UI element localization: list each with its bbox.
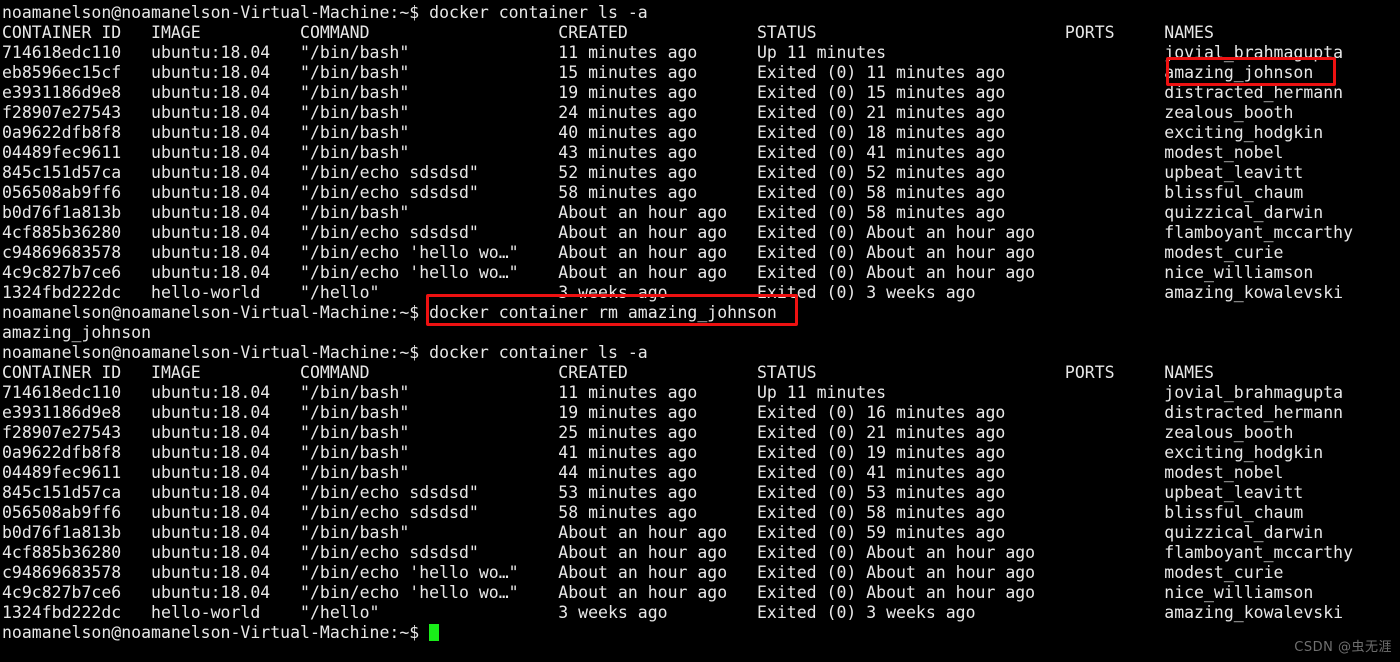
- table-row: c94869683578 ubuntu:18.04 "/bin/echo 'he…: [2, 563, 1284, 582]
- terminal-screen: noamanelson@noamanelson-Virtual-Machine:…: [2, 3, 1400, 643]
- table-row: 04489fec9611 ubuntu:18.04 "/bin/bash" 43…: [2, 143, 1284, 162]
- table-row: 04489fec9611 ubuntu:18.04 "/bin/bash" 44…: [2, 463, 1284, 482]
- table-row: 845c151d57ca ubuntu:18.04 "/bin/echo sds…: [2, 483, 1304, 502]
- text-cursor: [429, 624, 440, 641]
- table-row: 056508ab9ff6 ubuntu:18.04 "/bin/echo sds…: [2, 183, 1304, 202]
- watermark: CSDN @虫无涯: [1294, 640, 1392, 655]
- table-header-before: CONTAINER ID IMAGE COMMAND CREATED STATU…: [2, 23, 1214, 42]
- table-row: 4cf885b36280 ubuntu:18.04 "/bin/echo sds…: [2, 223, 1354, 242]
- table-row: eb8596ec15cf ubuntu:18.04 "/bin/bash" 15…: [2, 63, 1314, 82]
- table-row: 0a9622dfb8f8 ubuntu:18.04 "/bin/bash" 40…: [2, 123, 1324, 142]
- table-row: 4c9c827b7ce6 ubuntu:18.04 "/bin/echo 'he…: [2, 263, 1314, 282]
- table-row: 4cf885b36280 ubuntu:18.04 "/bin/echo sds…: [2, 543, 1354, 562]
- table-row: 0a9622dfb8f8 ubuntu:18.04 "/bin/bash" 41…: [2, 443, 1324, 462]
- table-row: e3931186d9e8 ubuntu:18.04 "/bin/bash" 19…: [2, 83, 1344, 102]
- table-row: e3931186d9e8 ubuntu:18.04 "/bin/bash" 19…: [2, 403, 1344, 422]
- table-row: f28907e27543 ubuntu:18.04 "/bin/bash" 24…: [2, 103, 1294, 122]
- table-row: 1324fbd222dc hello-world "/hello" 3 week…: [2, 603, 1344, 622]
- prompt-line-rm: noamanelson@noamanelson-Virtual-Machine:…: [2, 303, 777, 322]
- prompt-line-active[interactable]: noamanelson@noamanelson-Virtual-Machine:…: [2, 623, 1400, 643]
- table-row: 845c151d57ca ubuntu:18.04 "/bin/echo sds…: [2, 163, 1304, 182]
- table-row: 4c9c827b7ce6 ubuntu:18.04 "/bin/echo 'he…: [2, 583, 1314, 602]
- table-row: c94869683578 ubuntu:18.04 "/bin/echo 'he…: [2, 243, 1284, 262]
- table-row: 1324fbd222dc hello-world "/hello" 3 week…: [2, 283, 1344, 302]
- rm-output-line: amazing_johnson: [2, 323, 152, 342]
- terminal-window[interactable]: noamanelson@noamanelson-Virtual-Machine:…: [0, 0, 1400, 662]
- table-row: b0d76f1a813b ubuntu:18.04 "/bin/bash" Ab…: [2, 203, 1324, 222]
- table-row: 056508ab9ff6 ubuntu:18.04 "/bin/echo sds…: [2, 503, 1304, 522]
- prompt-line-list-after: noamanelson@noamanelson-Virtual-Machine:…: [2, 343, 648, 362]
- table-header-after: CONTAINER ID IMAGE COMMAND CREATED STATU…: [2, 363, 1214, 382]
- table-row: f28907e27543 ubuntu:18.04 "/bin/bash" 25…: [2, 423, 1294, 442]
- table-row: b0d76f1a813b ubuntu:18.04 "/bin/bash" Ab…: [2, 523, 1324, 542]
- table-row: 714618edc110 ubuntu:18.04 "/bin/bash" 11…: [2, 43, 1344, 62]
- prompt-line-list-before: noamanelson@noamanelson-Virtual-Machine:…: [2, 3, 648, 22]
- table-row: 714618edc110 ubuntu:18.04 "/bin/bash" 11…: [2, 383, 1344, 402]
